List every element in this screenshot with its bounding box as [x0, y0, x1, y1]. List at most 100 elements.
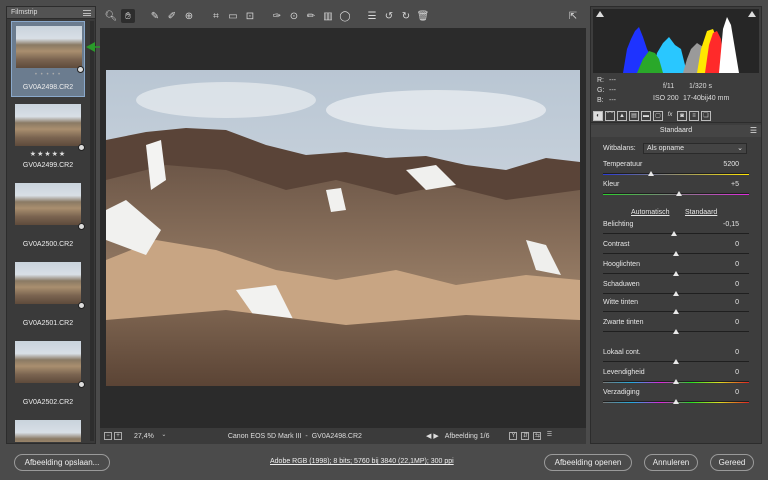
rating-stars[interactable]: ★★★★★ — [11, 150, 85, 158]
copy-settings-icon[interactable]: ⇆ — [533, 432, 542, 440]
radial-filter-icon[interactable]: ◯ — [338, 9, 352, 23]
panel-tabs: ◐ ⌒ ▲ ▤ ▬ ▢ fx ◙ ≡ ❏ — [591, 109, 761, 123]
target-adjust-icon[interactable]: ⊕ — [182, 9, 196, 23]
before-after-y-icon[interactable]: Y — [509, 432, 518, 440]
done-button[interactable]: Gereed — [710, 454, 754, 471]
slider-value[interactable]: 0 — [735, 369, 739, 376]
slider-value[interactable]: 0 — [735, 389, 739, 396]
slider-value[interactable]: 0 — [735, 299, 739, 306]
next-image-icon[interactable]: ▶ — [433, 432, 438, 440]
open-image-button[interactable]: Afbeelding openen — [544, 454, 632, 471]
white-balance-select[interactable]: Als opname ⌄ — [643, 143, 747, 154]
slider-value[interactable]: 5200 — [723, 161, 739, 168]
slider-value[interactable]: 0 — [735, 261, 739, 268]
tab-effects-icon[interactable]: fx — [665, 111, 675, 121]
spot-removal-icon[interactable]: ✑ — [270, 9, 284, 23]
red-eye-icon[interactable]: ⊙ — [287, 9, 301, 23]
tab-hsl-icon[interactable]: ▤ — [629, 110, 639, 121]
straighten-icon[interactable]: ▭ — [226, 9, 240, 23]
temperature-slider[interactable] — [603, 173, 749, 175]
rotate-right-icon[interactable]: ↻ — [399, 9, 413, 23]
thumbnail-image — [15, 262, 81, 304]
default-link[interactable]: Standaard — [685, 209, 717, 216]
adjustment-brush-icon[interactable]: ✏ — [304, 9, 318, 23]
preview-photo — [106, 70, 580, 386]
status-bar: − + 27,4% ⌄ Canon EOS 5D Mark III - GV0A… — [100, 428, 586, 444]
zoom-in-button[interactable]: + — [114, 432, 122, 440]
preview-settings-icon[interactable]: ☰ — [545, 432, 553, 440]
slider-value[interactable]: 0 — [735, 281, 739, 288]
zoom-icon[interactable]: 🔍︎ — [104, 9, 118, 23]
white-balance-icon[interactable]: ✎ — [148, 9, 162, 23]
thumbnail-image — [15, 341, 81, 383]
filmstrip-item[interactable]: GV0A2501.CR2 — [11, 258, 85, 334]
thumbnail-image — [16, 26, 82, 68]
exposure-slider[interactable] — [603, 233, 749, 234]
aperture-value: f/11 — [663, 83, 675, 90]
slider-label: Levendigheid — [603, 369, 645, 376]
transform-icon[interactable]: ⊡ — [243, 9, 257, 23]
tint-slider[interactable] — [603, 193, 749, 195]
swap-settings-icon[interactable]: ⇵ — [521, 432, 530, 440]
histogram — [593, 9, 759, 73]
filmstrip-item[interactable]: GV0A2500.CR2 — [11, 179, 85, 255]
filmstrip-menu-icon[interactable] — [83, 9, 91, 16]
save-image-button[interactable]: Afbeelding opslaan... — [14, 454, 110, 471]
fullscreen-icon[interactable]: ⇱ — [566, 9, 580, 23]
camera-model: Canon EOS 5D Mark III — [227, 432, 302, 440]
thumbnail-image — [15, 104, 81, 146]
r-value: --- — [609, 77, 616, 84]
delete-icon[interactable]: 🗑︎ — [416, 9, 430, 23]
filmstrip-title: Filmstrip — [11, 9, 38, 16]
edited-badge-icon — [78, 223, 85, 230]
tab-basic-icon[interactable]: ◐ — [593, 110, 603, 121]
zoom-out-button[interactable]: − — [104, 432, 112, 440]
tab-presets-icon[interactable]: ≡ — [689, 110, 699, 121]
tab-split-toning-icon[interactable]: ▬ — [641, 110, 651, 121]
filmstrip-item[interactable]: ★★★★★ GV0A2499.CR2 — [11, 100, 85, 176]
tab-lens-icon[interactable]: ▢ — [653, 110, 663, 121]
graduated-filter-icon[interactable]: ▥ — [321, 9, 335, 23]
slider-label: Kleur — [603, 181, 620, 188]
color-sampler-icon[interactable]: ✐ — [165, 9, 179, 23]
filmstrip-scrollbar[interactable] — [90, 21, 94, 441]
filename-label: GV0A2499.CR2 — [22, 162, 74, 169]
tab-snapshots-icon[interactable]: ❏ — [701, 110, 711, 121]
rotate-left-icon[interactable]: ↺ — [382, 9, 396, 23]
panel-menu-icon[interactable]: ☰ — [750, 125, 757, 137]
filename-label: GV0A2500.CR2 — [22, 241, 74, 248]
filmstrip-item[interactable]: • • • • • GV0A2498.CR2 — [11, 21, 85, 97]
chevron-down-icon: ⌄ — [737, 145, 743, 152]
auto-link[interactable]: Automatisch — [631, 209, 670, 216]
adjustments-panel: R: --- G: --- B: --- f/11 1/320 s ISO 20… — [590, 6, 762, 444]
slider-value[interactable]: 0 — [735, 349, 739, 356]
prev-image-icon[interactable]: ◀ — [426, 432, 431, 440]
status-separator: - — [305, 432, 308, 440]
filmstrip-item[interactable]: GV0A2502.CR2 — [11, 337, 85, 413]
white-balance-value: Als opname — [647, 145, 684, 152]
slider-value[interactable]: -0,15 — [723, 221, 739, 228]
workflow-options-link[interactable]: Adobe RGB (1998); 8 bits; 5760 bij 3840 … — [270, 458, 454, 465]
filename-label: GV0A2501.CR2 — [22, 320, 74, 327]
tab-camera-calibration-icon[interactable]: ◙ — [677, 110, 687, 121]
image-preview[interactable] — [100, 28, 586, 428]
cancel-button[interactable]: Annuleren — [644, 454, 698, 471]
list-icon[interactable]: ☰ — [365, 9, 379, 23]
lens-value: 17-40bij40 mm — [683, 95, 730, 102]
hand-icon[interactable]: ✋︎ — [121, 9, 135, 23]
filename-label: GV0A2502.CR2 — [22, 399, 74, 406]
zoom-level[interactable]: 27,4% — [134, 433, 154, 440]
slider-value[interactable]: 0 — [735, 319, 739, 326]
tab-detail-icon[interactable]: ▲ — [617, 110, 627, 121]
slider-value[interactable]: +5 — [731, 181, 739, 188]
slider-label: Temperatuur — [603, 161, 643, 168]
slider-value[interactable]: 0 — [735, 241, 739, 248]
zoom-dropdown-icon[interactable]: ⌄ — [160, 432, 168, 440]
rating-stars[interactable]: • • • • • — [12, 72, 84, 78]
crop-icon[interactable]: ⌗ — [209, 9, 223, 23]
slider-label: Contrast — [603, 241, 630, 248]
tab-tone-curve-icon[interactable]: ⌒ — [605, 110, 615, 121]
filmstrip-item[interactable] — [11, 416, 85, 442]
panel-title: Standaard — [659, 127, 693, 134]
b-value: --- — [609, 97, 616, 104]
